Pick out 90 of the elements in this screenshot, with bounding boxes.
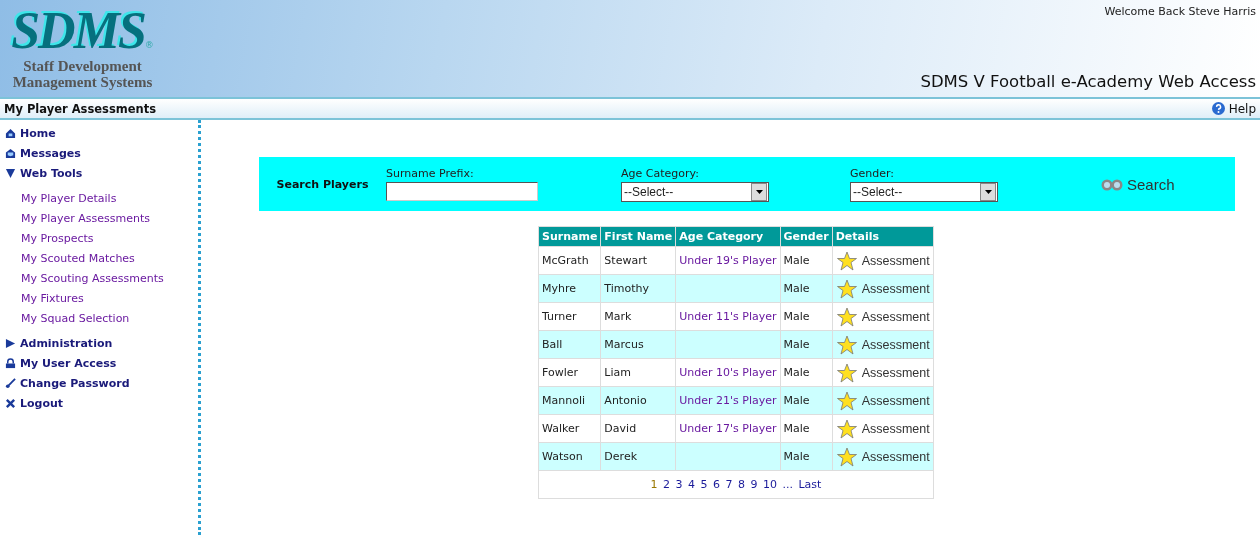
column-header: First Name <box>600 226 676 247</box>
sidebar-item[interactable]: Messages <box>20 146 81 160</box>
table-cell: Mannoli <box>538 386 601 415</box>
table-cell: Ball <box>538 330 601 359</box>
table-cell: Under 21's Player <box>675 386 781 415</box>
sidebar-subitem[interactable]: My Scouting Assessments <box>0 269 198 289</box>
page-link[interactable]: 5 <box>700 478 708 491</box>
table-cell: Male <box>780 414 833 443</box>
star-icon[interactable] <box>835 418 858 439</box>
sidebar-item[interactable]: Change Password <box>20 376 130 390</box>
page-link[interactable]: 7 <box>725 478 733 491</box>
table-cell: Walker <box>538 414 601 443</box>
table-cell: Under 10's Player <box>675 358 781 387</box>
triangle-down-icon[interactable] <box>5 167 16 179</box>
table-cell: Derek <box>600 442 676 471</box>
help-link[interactable]: Help <box>1228 101 1256 116</box>
sidebar-item[interactable]: Administration <box>20 336 113 350</box>
dropdown-arrow-icon[interactable] <box>755 189 763 194</box>
field-label: Gender: <box>850 166 896 180</box>
sidebar-subitem[interactable]: My Player Details <box>0 189 198 209</box>
sidebar-subitem[interactable]: My Fixtures <box>0 289 198 309</box>
star-icon[interactable] <box>835 390 858 411</box>
table-cell: Myhre <box>538 274 601 303</box>
sidebar-subitem[interactable]: My Squad Selection <box>0 309 198 329</box>
table-cell: Male <box>780 302 833 331</box>
table-cell: Under 19's Player <box>675 246 781 275</box>
app-title: SDMS V Football e-Academy Web Access <box>920 72 1256 91</box>
search-button[interactable]: Search <box>1100 175 1175 193</box>
page-title: My Player Assessments <box>4 101 157 116</box>
field-label: Age Category: <box>621 166 700 180</box>
pen-icon <box>5 377 16 389</box>
gender-select[interactable]: --Select-- <box>850 181 998 202</box>
star-icon[interactable] <box>835 446 858 467</box>
sidebar-subitem[interactable]: My Scouted Matches <box>0 249 198 269</box>
page-link[interactable]: ... <box>782 478 793 491</box>
star-icon[interactable] <box>835 306 858 327</box>
table-cell: McGrath <box>538 246 601 275</box>
page-link[interactable]: 1 <box>650 478 658 491</box>
column-header: Surname <box>538 226 601 247</box>
table-cell: Under 11's Player <box>675 302 781 331</box>
column-header: Age Category <box>675 226 781 247</box>
column-header: Gender <box>780 226 833 247</box>
table-cell: Antonio <box>600 386 676 415</box>
sidebar-item[interactable]: Web Tools <box>20 166 83 180</box>
table-cell: Stewart <box>600 246 676 275</box>
star-icon[interactable] <box>835 334 858 355</box>
triangle-right-icon[interactable] <box>5 337 16 349</box>
table-cell: Under 17's Player <box>675 414 781 443</box>
welcome-text: Welcome Back Steve Harris <box>1104 5 1256 18</box>
field-label: Surname Prefix: <box>386 167 475 180</box>
sidebar-item[interactable]: Home <box>20 126 56 140</box>
table-cell: Turner <box>538 302 601 331</box>
star-icon[interactable] <box>835 362 858 383</box>
table-cell: Mark <box>600 302 676 331</box>
star-icon[interactable] <box>835 250 858 271</box>
page-link[interactable]: 10 <box>762 478 777 491</box>
page-link[interactable]: 4 <box>687 478 695 491</box>
page-link[interactable]: 9 <box>750 478 758 491</box>
registered-mark: ® <box>144 40 154 50</box>
column-header: Details <box>832 226 934 247</box>
lock-icon <box>5 357 16 369</box>
sidebar-subitem[interactable]: My Prospects <box>0 229 198 249</box>
page-link[interactable]: Last <box>798 478 822 491</box>
surname-input[interactable] <box>386 182 538 201</box>
page-link[interactable]: 2 <box>662 478 670 491</box>
age-category-select[interactable]: --Select-- <box>621 181 769 202</box>
envelope-icon <box>5 147 16 159</box>
table-cell: Liam <box>600 358 676 387</box>
table-cell: Timothy <box>600 274 676 303</box>
star-icon[interactable] <box>835 278 858 299</box>
table-cell: Watson <box>538 442 601 471</box>
sidebar-subitem[interactable]: My Player Assessments <box>0 209 198 229</box>
page-link[interactable]: 6 <box>712 478 720 491</box>
logo-subtitle: Staff Development Management Systems <box>11 58 154 90</box>
help-icon[interactable] <box>1211 102 1225 115</box>
binoculars-icon <box>1100 177 1124 191</box>
table-cell: David <box>600 414 676 443</box>
dropdown-arrow-icon[interactable] <box>984 189 992 194</box>
sidebar-item[interactable]: My User Access <box>20 356 117 370</box>
sidebar-item[interactable]: Logout <box>20 396 64 410</box>
logo-wordmark: SDMS <box>11 2 145 59</box>
page-link[interactable]: 8 <box>737 478 745 491</box>
table-cell: Marcus <box>600 330 676 359</box>
house-icon <box>5 127 16 139</box>
cross-icon <box>5 397 16 409</box>
table-cell: Male <box>780 246 833 275</box>
table-cell: Fowler <box>538 358 601 387</box>
table-cell: Male <box>780 358 833 387</box>
search-title: Search Players <box>275 177 370 191</box>
page-link[interactable]: 3 <box>675 478 683 491</box>
